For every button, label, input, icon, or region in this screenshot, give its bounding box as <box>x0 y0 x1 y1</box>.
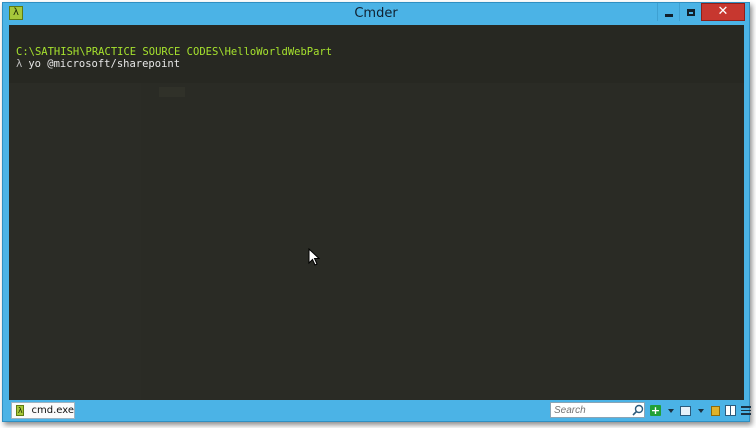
lambda-tab-icon: λ <box>16 405 25 416</box>
search-icon[interactable] <box>632 404 644 416</box>
mouse-pointer-icon <box>308 248 320 266</box>
background-overlay-pane <box>141 83 744 400</box>
cmder-window: λ Cmder ✕ C:\SATHISH\PRACTICE SOURCE COD… <box>2 2 751 422</box>
maximize-button[interactable] <box>679 3 701 21</box>
layout-icon <box>680 405 691 416</box>
window-controls: ✕ <box>657 3 745 21</box>
chevron-down-icon <box>697 408 704 413</box>
new-console-dropdown[interactable] <box>664 404 677 417</box>
command-line[interactable]: λ yo @microsoft/sharepoint <box>16 58 180 71</box>
status-bar: λ cmd.exe + <box>9 400 751 420</box>
layout-button[interactable] <box>679 404 692 417</box>
close-button[interactable]: ✕ <box>701 3 745 21</box>
menu-icon <box>740 406 751 415</box>
minimize-icon <box>664 13 673 17</box>
layout-dropdown[interactable] <box>694 404 707 417</box>
tab-label: cmd.exe <box>31 405 74 416</box>
lock-icon <box>711 405 720 416</box>
background-overlay-bar <box>159 87 185 97</box>
new-console-button[interactable]: + <box>649 404 662 417</box>
plus-icon: + <box>650 404 661 417</box>
statusbar-tools: + <box>649 403 752 418</box>
minimize-button[interactable] <box>657 3 679 21</box>
menu-button[interactable] <box>739 404 752 417</box>
maximize-icon <box>686 8 695 16</box>
console-area[interactable]: C:\SATHISH\PRACTICE SOURCE CODES\HelloWo… <box>9 25 744 400</box>
background-overlay-sidebar <box>9 83 141 400</box>
search-box[interactable] <box>550 402 645 418</box>
split-pane-icon <box>725 405 736 416</box>
prompt-symbol: λ <box>16 58 23 70</box>
search-input[interactable] <box>551 404 632 416</box>
split-pane-button[interactable] <box>724 404 737 417</box>
close-icon: ✕ <box>717 4 729 19</box>
chevron-down-icon <box>667 408 674 413</box>
command-text: yo @microsoft/sharepoint <box>28 58 181 70</box>
title-bar[interactable]: λ Cmder ✕ <box>3 3 749 25</box>
lock-button[interactable] <box>709 404 722 417</box>
window-title: Cmder <box>354 6 398 21</box>
console-tab[interactable]: λ cmd.exe <box>11 402 75 419</box>
